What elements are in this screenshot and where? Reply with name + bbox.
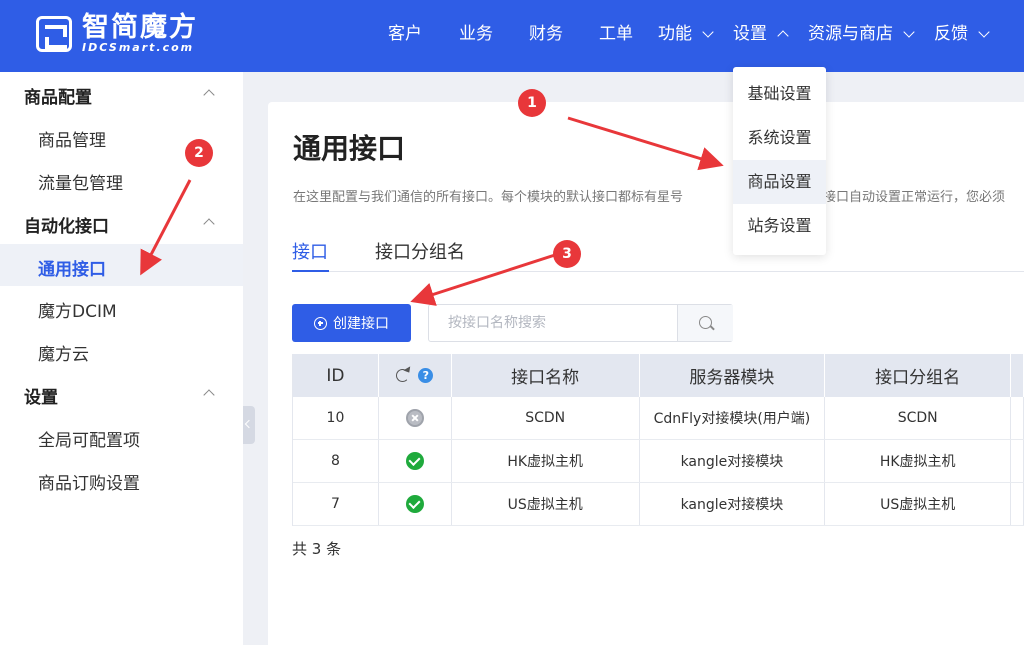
tab-interface-groups[interactable]: 接口分组名	[375, 238, 465, 264]
cell-overflow	[1011, 483, 1024, 525]
menu-item-site-settings[interactable]: 站务设置	[733, 204, 826, 248]
nav-item-tickets[interactable]: 工单	[599, 19, 633, 44]
settings-dropdown-menu: 基础设置 系统设置 商品设置 站务设置	[733, 67, 826, 255]
brand-name-cn: 智简魔方	[82, 12, 198, 43]
help-icon[interactable]: ?	[418, 368, 434, 383]
cell-id: 10	[293, 397, 379, 439]
cell-name: HK虚拟主机	[452, 440, 640, 482]
cell-group: SCDN	[825, 397, 1012, 439]
table-row[interactable]: 7 US虚拟主机 kangle对接模块 US虚拟主机	[293, 483, 1024, 526]
annotation-badge-3: 3	[553, 240, 581, 268]
menu-item-system-settings[interactable]: 系统设置	[733, 116, 826, 160]
menu-item-basic-settings[interactable]: 基础设置	[733, 72, 826, 116]
tab-divider	[292, 271, 1024, 272]
chevron-down-icon	[978, 26, 990, 38]
chevron-up-icon[interactable]	[203, 89, 215, 101]
status-ok-icon	[405, 495, 424, 513]
page-description: 在这里配置与我们通信的所有接口。每个模块的默认接口都标有星号 接口自动设置正常运行…	[293, 190, 1006, 205]
top-navbar: 智简魔方 IDCSmart.com 客户 业务 财务 工单 功能 设置 资源与商…	[0, 0, 1024, 72]
table-row[interactable]: 8 HK虚拟主机 kangle对接模块 HK虚拟主机	[293, 440, 1024, 483]
status-ok-icon	[405, 452, 424, 470]
annotation-badge-1: 1	[518, 89, 546, 117]
interface-table: ID ? 接口名称 服务器模块 接口分组名 10 SCDN CdnFly对接模块…	[292, 354, 1024, 526]
annotation-badge-2: 2	[185, 139, 213, 167]
nav-item-finance[interactable]: 财务	[529, 19, 563, 44]
header-status: ?	[379, 354, 452, 397]
nav-item-customers[interactable]: 客户	[388, 19, 422, 44]
nav-item-feedback[interactable]: 反馈	[934, 19, 990, 44]
brand-name-en: IDCSmart.com	[82, 41, 195, 54]
cell-module: kangle对接模块	[640, 440, 826, 482]
sidebar-item-order-settings[interactable]: 商品订购设置	[38, 469, 140, 494]
sidebar-group-product-config[interactable]: 商品配置	[24, 83, 92, 108]
sidebar-collapse-handle[interactable]	[243, 406, 255, 444]
cell-module: CdnFly对接模块(用户端)	[640, 397, 826, 439]
sidebar-active-highlight	[0, 244, 243, 286]
chevron-down-icon	[702, 26, 714, 38]
search-icon	[699, 316, 712, 329]
chevron-up-icon	[777, 30, 789, 42]
chevron-up-icon[interactable]	[203, 218, 215, 230]
create-interface-button[interactable]: 创建接口	[292, 304, 411, 342]
header-id: ID	[293, 354, 379, 397]
cell-group: US虚拟主机	[825, 483, 1012, 525]
cell-status	[379, 483, 452, 525]
nav-item-settings[interactable]: 设置	[733, 19, 789, 44]
plus-circle-icon	[314, 316, 327, 330]
chevron-down-icon	[903, 26, 915, 38]
cell-name: US虚拟主机	[452, 483, 640, 525]
cell-status	[379, 440, 452, 482]
tab-active-indicator	[292, 270, 329, 272]
header-server-module: 服务器模块	[640, 354, 826, 397]
status-error-icon	[405, 409, 424, 427]
table-row[interactable]: 10 SCDN CdnFly对接模块(用户端) SCDN	[293, 397, 1024, 440]
search-button[interactable]	[677, 305, 733, 341]
refresh-icon[interactable]	[396, 369, 410, 382]
cell-id: 8	[293, 440, 379, 482]
tab-interfaces[interactable]: 接口	[292, 238, 328, 264]
cell-module: kangle对接模块	[640, 483, 826, 525]
cell-overflow	[1011, 397, 1024, 439]
menu-item-product-settings[interactable]: 商品设置	[733, 160, 826, 204]
nav-item-business[interactable]: 业务	[459, 19, 493, 44]
sidebar-item-global-config[interactable]: 全局可配置项	[38, 426, 140, 451]
nav-item-features[interactable]: 功能	[658, 19, 714, 44]
page-title: 通用接口	[293, 132, 406, 165]
cell-group: HK虚拟主机	[825, 440, 1012, 482]
cell-id: 7	[293, 483, 379, 525]
sidebar-item-dcim[interactable]: 魔方DCIM	[38, 297, 117, 322]
logo-icon	[36, 16, 72, 52]
search-input[interactable]	[429, 305, 677, 341]
brand-logo[interactable]: 智简魔方 IDCSmart.com	[36, 14, 198, 54]
sidebar-item-general-interface[interactable]: 通用接口	[38, 255, 106, 280]
cell-name: SCDN	[452, 397, 640, 439]
header-group-name: 接口分组名	[825, 354, 1012, 397]
nav-item-resources-store[interactable]: 资源与商店	[808, 19, 915, 44]
header-interface-name: 接口名称	[452, 354, 640, 397]
sidebar-item-product-management[interactable]: 商品管理	[38, 126, 106, 151]
search-box	[428, 304, 733, 342]
sidebar-item-traffic-package[interactable]: 流量包管理	[38, 169, 123, 194]
cell-overflow	[1011, 440, 1024, 482]
sidebar-item-cloud[interactable]: 魔方云	[38, 340, 89, 365]
chevron-up-icon[interactable]	[203, 389, 215, 401]
sidebar-group-automation-interface[interactable]: 自动化接口	[24, 212, 109, 237]
sidebar-group-settings[interactable]: 设置	[24, 383, 58, 408]
total-count: 共 3 条	[292, 540, 342, 558]
header-overflow	[1011, 354, 1024, 397]
table-header: ID ? 接口名称 服务器模块 接口分组名	[293, 354, 1024, 397]
cell-status	[379, 397, 452, 439]
